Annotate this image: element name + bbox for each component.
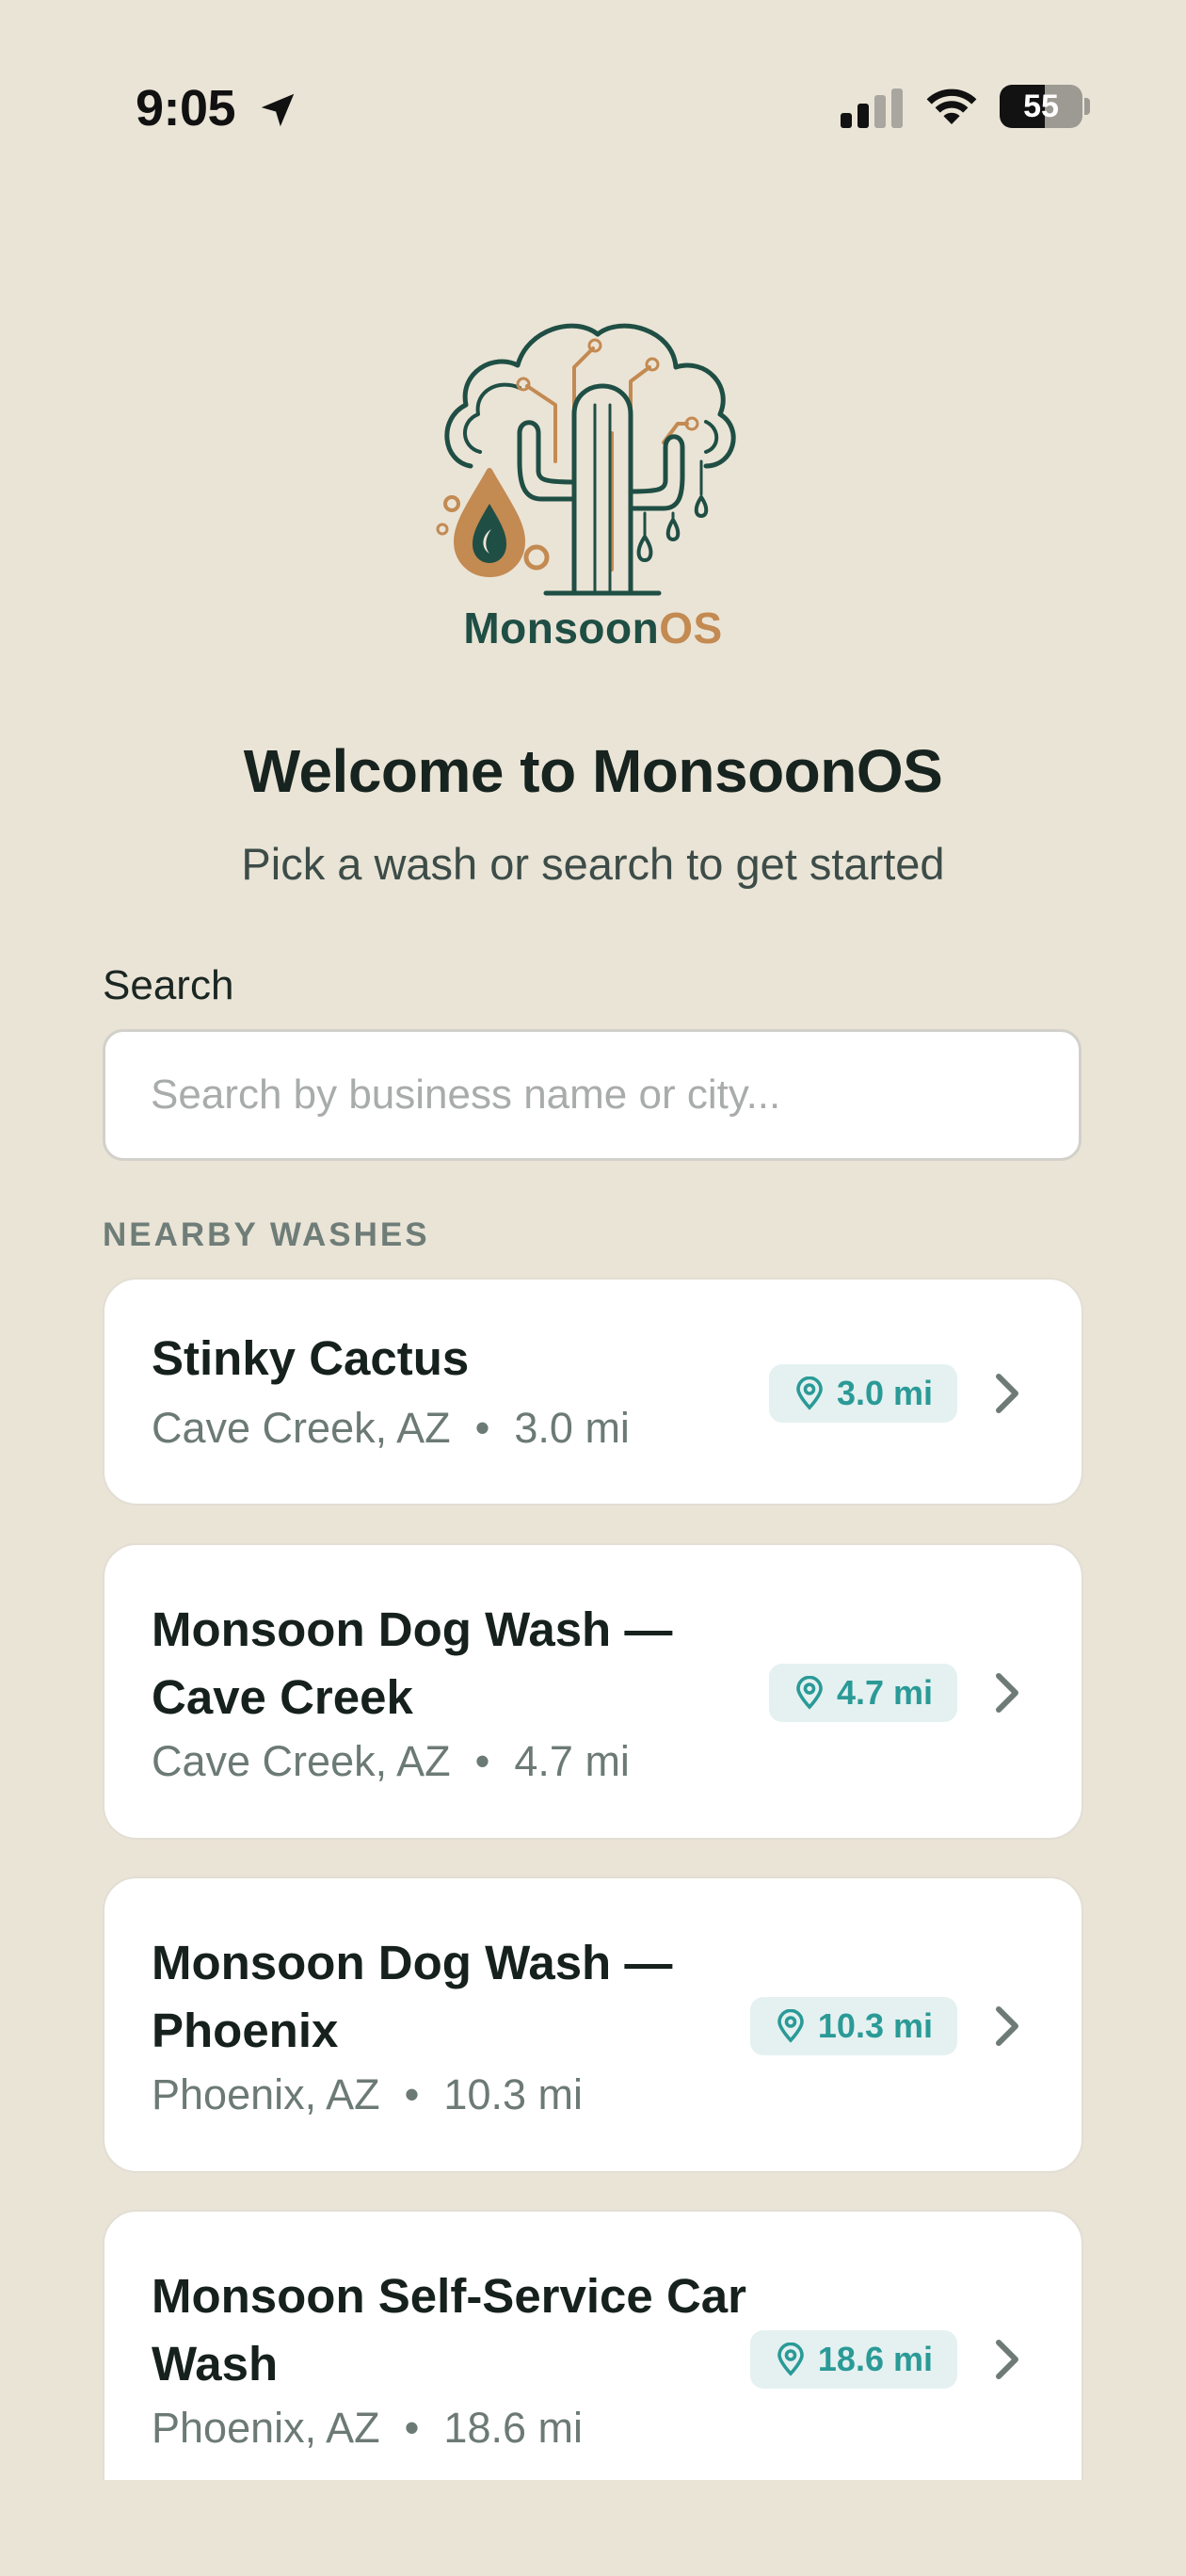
wash-name: Monsoon Dog Wash — Phoenix xyxy=(152,1936,673,2057)
wash-name: Monsoon Dog Wash — Cave Creek xyxy=(152,1602,673,1724)
distance-badge-label: 3.0 mi xyxy=(836,1374,933,1412)
wash-name: Stinky Cactus xyxy=(152,1331,470,1385)
chevron-right-icon xyxy=(996,1673,1018,1713)
map-pin-icon xyxy=(796,1676,823,1710)
wash-name: Monsoon Self-Service Car Wash xyxy=(152,2269,746,2391)
distance-badge-label: 18.6 mi xyxy=(817,2340,933,2378)
chevron-right-icon xyxy=(996,1374,1018,1413)
wash-location: Phoenix, AZ xyxy=(152,2404,380,2452)
wash-card-stinky-cactus[interactable]: Stinky Cactus Cave Creek, AZ • 3.0 mi 3.0 … xyxy=(103,1278,1083,1505)
wash-distance: 3.0 mi xyxy=(514,1404,630,1452)
wash-card-monsoon-dog-wash-phoenix[interactable]: Monsoon Dog Wash — Phoenix Phoenix, AZ • 1… xyxy=(103,1876,1083,2173)
wash-meta: Phoenix, AZ • 10.3 mi xyxy=(152,2070,583,2118)
map-pin-icon xyxy=(777,2009,804,2043)
map-pin-icon xyxy=(796,1377,823,1410)
wash-distance: 18.6 mi xyxy=(443,2404,583,2452)
distance-badge: 10.3 mi xyxy=(749,1997,957,2055)
wash-meta: Cave Creek, AZ • 4.7 mi xyxy=(152,1737,630,1785)
distance-badge: 18.6 mi xyxy=(749,2330,957,2389)
wash-location: Cave Creek, AZ xyxy=(152,1404,451,1452)
nearby-washes-list: Stinky Cactus Cave Creek, AZ • 3.0 mi 3.0 … xyxy=(0,0,1186,2480)
wash-location: Cave Creek, AZ xyxy=(152,1737,451,1785)
distance-badge: 3.0 mi xyxy=(768,1364,957,1423)
wash-distance: 4.7 mi xyxy=(514,1737,630,1785)
wash-meta: Phoenix, AZ • 18.6 mi xyxy=(152,2404,583,2452)
distance-badge-label: 4.7 mi xyxy=(836,1673,933,1712)
distance-badge-label: 10.3 mi xyxy=(817,2006,933,2045)
distance-badge: 4.7 mi xyxy=(768,1664,957,1722)
wash-card-monsoon-dog-wash-cave-creek[interactable]: Monsoon Dog Wash — Cave Creek Cave Creek… xyxy=(103,1543,1083,1840)
map-pin-icon xyxy=(777,2343,804,2376)
wash-location: Phoenix, AZ xyxy=(152,2070,380,2118)
wash-card-monsoon-self-service-car-wash[interactable]: Monsoon Self-Service Car Wash Phoenix, A… xyxy=(103,2210,1083,2480)
wash-meta: Cave Creek, AZ • 3.0 mi xyxy=(152,1404,630,1452)
chevron-right-icon xyxy=(996,2340,1018,2379)
chevron-right-icon xyxy=(996,2006,1018,2046)
wash-distance: 10.3 mi xyxy=(443,2070,583,2118)
